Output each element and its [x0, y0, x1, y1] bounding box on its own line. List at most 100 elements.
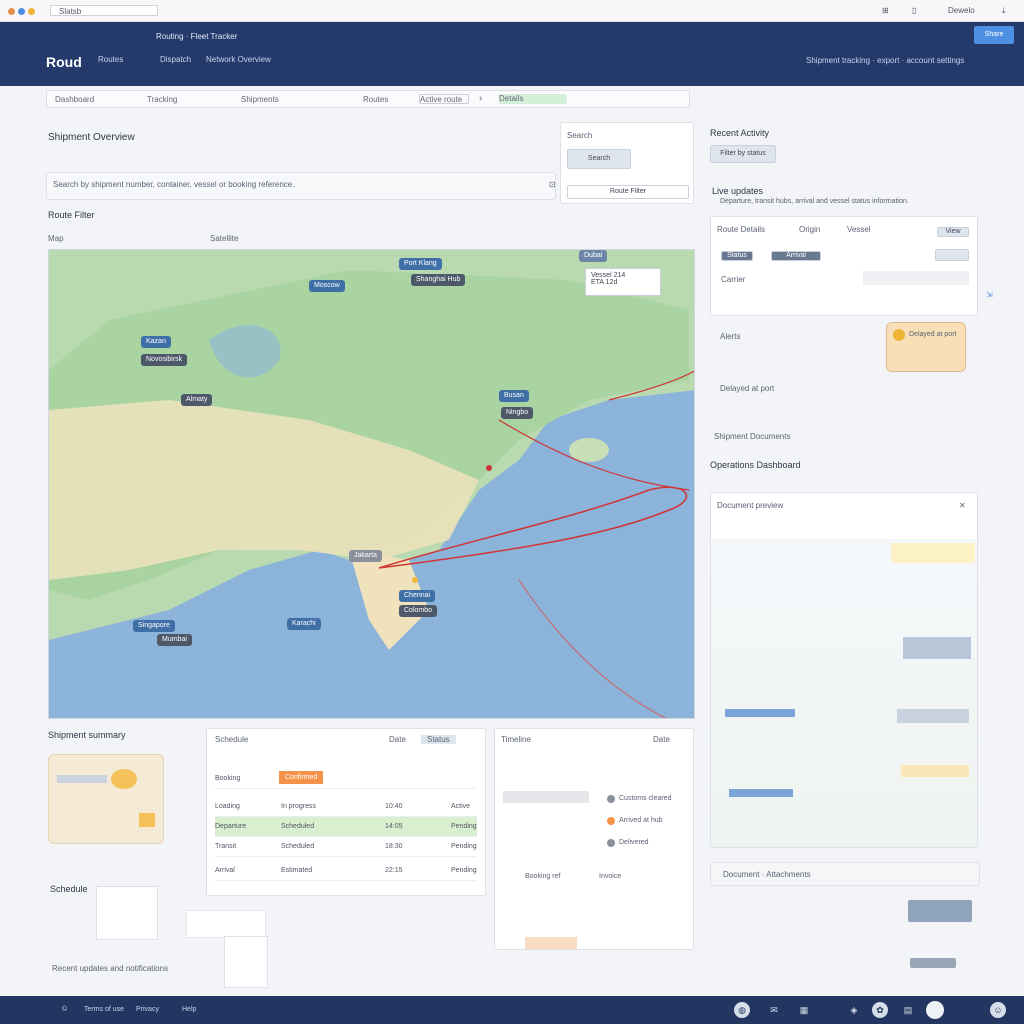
- map-marker-label[interactable]: Kazan: [141, 336, 171, 348]
- map-marker-label[interactable]: Dubai: [579, 250, 608, 262]
- alert-thumbnail[interactable]: Delayed at port: [886, 322, 966, 372]
- table-cell: 22:15: [385, 867, 403, 874]
- brand-logo[interactable]: Roud: [46, 54, 82, 70]
- breadcrumb-item[interactable]: Shipments: [241, 95, 279, 104]
- timeline-item[interactable]: Arrived at hub: [619, 817, 663, 824]
- map-view-toggle[interactable]: Map: [48, 234, 64, 243]
- download-icon[interactable]: ⤓: [1002, 6, 1006, 16]
- app-header: Roud Routing · Fleet Tracker Routes Disp…: [0, 22, 1024, 86]
- table-row[interactable]: Arrival Estimated 22:15 Pending: [215, 861, 477, 881]
- schedule-thumbnail[interactable]: [96, 886, 158, 940]
- map-marker-label[interactable]: Moscow: [309, 280, 345, 292]
- file-thumbnail-small[interactable]: [910, 958, 956, 968]
- search-placeholder: Search by shipment number, container, ve…: [53, 180, 295, 189]
- file-card[interactable]: [224, 936, 268, 988]
- column-header[interactable]: Date: [389, 735, 406, 744]
- map-marker-label[interactable]: Karachi: [287, 618, 321, 630]
- alerts-label: Alerts: [720, 332, 741, 341]
- activity-title: Recent Activity: [710, 128, 770, 138]
- footer-link-privacy[interactable]: Privacy: [136, 1006, 159, 1013]
- map-canvas: [49, 250, 694, 718]
- highlight-block: [891, 543, 975, 563]
- table-row[interactable]: Departure Scheduled 14:05 Pending: [215, 817, 477, 837]
- profile-icon[interactable]: [926, 1001, 944, 1019]
- breadcrumb-item[interactable]: Active route: [419, 94, 469, 104]
- timeline-item[interactable]: Delivered: [619, 839, 649, 846]
- expand-button[interactable]: [935, 249, 969, 261]
- app-footer: © Terms of use Privacy Help ◍ ✉ ▦ ◈ ✿ ▤ …: [0, 996, 1024, 1024]
- chevron-right-icon: ›: [479, 93, 483, 104]
- map-popup-title: Vessel 214: [591, 272, 626, 279]
- window-control-split[interactable]: ▯: [912, 6, 916, 15]
- grid-icon[interactable]: ▦: [796, 1002, 812, 1018]
- table-cell: Pending: [451, 867, 477, 874]
- status-badge: Confirmed: [279, 771, 324, 784]
- route-filter-label: Route Filter: [48, 210, 95, 220]
- nav-dispatch[interactable]: Dispatch: [160, 55, 191, 64]
- footer-link-terms[interactable]: Terms of use: [84, 1006, 124, 1013]
- map-marker-label[interactable]: Ningbo: [501, 407, 534, 419]
- document-preview-panel: Document preview ✕: [710, 492, 978, 848]
- minimize-window-button[interactable]: [18, 8, 25, 15]
- scroll-card[interactable]: [186, 910, 266, 938]
- globe-icon[interactable]: ◍: [734, 1002, 750, 1018]
- close-window-button[interactable]: [8, 8, 15, 15]
- nav-routes[interactable]: Routes: [98, 55, 123, 64]
- table-row[interactable]: Booking Confirmed: [215, 769, 477, 789]
- map-marker-label[interactable]: Almaty: [181, 394, 213, 406]
- preview-bar: [729, 789, 793, 797]
- timeline-item[interactable]: Customs cleared: [619, 795, 672, 802]
- nav-network[interactable]: Network Overview: [206, 55, 271, 64]
- table-row[interactable]: Loading In progress 10:40 Active: [215, 797, 477, 817]
- search-input[interactable]: Search by shipment number, container, ve…: [46, 172, 556, 200]
- breadcrumb: Dashboard Tracking Shipments Routes Acti…: [46, 90, 690, 108]
- table-cell: Transit: [215, 843, 237, 850]
- route-map[interactable]: Port Klang Shanghai Hub Moscow Kazan Nov…: [48, 249, 695, 719]
- document-preview-image: [711, 539, 977, 847]
- map-marker-label[interactable]: Busan: [499, 390, 529, 402]
- map-marker-label[interactable]: Chennai: [399, 590, 436, 602]
- preview-block: [903, 637, 971, 659]
- file-thumbnail[interactable]: [908, 900, 972, 922]
- map-marker-label[interactable]: Jakarta: [349, 550, 382, 562]
- map-marker-label[interactable]: Colombo: [399, 605, 438, 617]
- breadcrumb-item[interactable]: Dashboard: [55, 95, 94, 104]
- map-marker-label[interactable]: Novosibirsk: [141, 354, 188, 366]
- share-button[interactable]: Share: [974, 26, 1014, 44]
- timeline-panel: Timeline Date Customs cleared Arrived at…: [494, 728, 694, 950]
- breadcrumb-item[interactable]: Tracking: [147, 95, 177, 104]
- map-marker-label[interactable]: Singapore: [133, 620, 175, 632]
- settings-icon[interactable]: ✿: [872, 1002, 888, 1018]
- breadcrumb-active[interactable]: Details: [499, 94, 567, 104]
- window-control-layout[interactable]: ⊞: [882, 6, 889, 15]
- satellite-view-toggle[interactable]: Satellite: [210, 234, 238, 243]
- expand-icon[interactable]: ⇲: [986, 290, 993, 299]
- search-icon[interactable]: ⊡: [549, 180, 556, 189]
- breadcrumb-item[interactable]: Routes: [363, 95, 388, 104]
- footer-link-help[interactable]: Help: [182, 1006, 196, 1013]
- avatar[interactable]: ☺: [990, 1002, 1006, 1018]
- summary-map-thumbnail[interactable]: [48, 754, 164, 844]
- map-marker-label[interactable]: Shanghai Hub: [411, 274, 466, 286]
- maximize-window-button[interactable]: [28, 8, 35, 15]
- filter-dropdown[interactable]: Route Filter: [567, 185, 689, 199]
- column-header[interactable]: Status: [421, 735, 456, 744]
- close-icon[interactable]: ✕: [959, 501, 966, 510]
- filter-status-button[interactable]: Filter by status: [710, 145, 776, 163]
- schedule-table: Schedule Date Status Booking Confirmed L…: [206, 728, 486, 896]
- map-popup[interactable]: Vessel 214 ETA 12d: [585, 268, 661, 296]
- table-row[interactable]: Transit Scheduled 18:30 Pending: [215, 837, 477, 857]
- attachments-bar[interactable]: Document · Attachments: [710, 862, 980, 886]
- map-marker-label[interactable]: Port Klang: [399, 258, 442, 270]
- view-button[interactable]: View: [937, 227, 969, 237]
- route-details-title: Route Details: [717, 225, 766, 234]
- preview-block: [901, 765, 969, 777]
- bell-icon[interactable]: ◈: [846, 1002, 862, 1018]
- window-control-label[interactable]: Dewelo: [948, 6, 975, 15]
- search-button[interactable]: Search: [567, 149, 631, 169]
- user-icon[interactable]: ▤: [900, 1002, 916, 1018]
- address-bar[interactable]: Slatsb: [50, 5, 158, 16]
- chat-icon[interactable]: ✉: [766, 1002, 782, 1018]
- timeline-dot: [607, 795, 615, 803]
- map-marker-label[interactable]: Mumbai: [157, 634, 192, 646]
